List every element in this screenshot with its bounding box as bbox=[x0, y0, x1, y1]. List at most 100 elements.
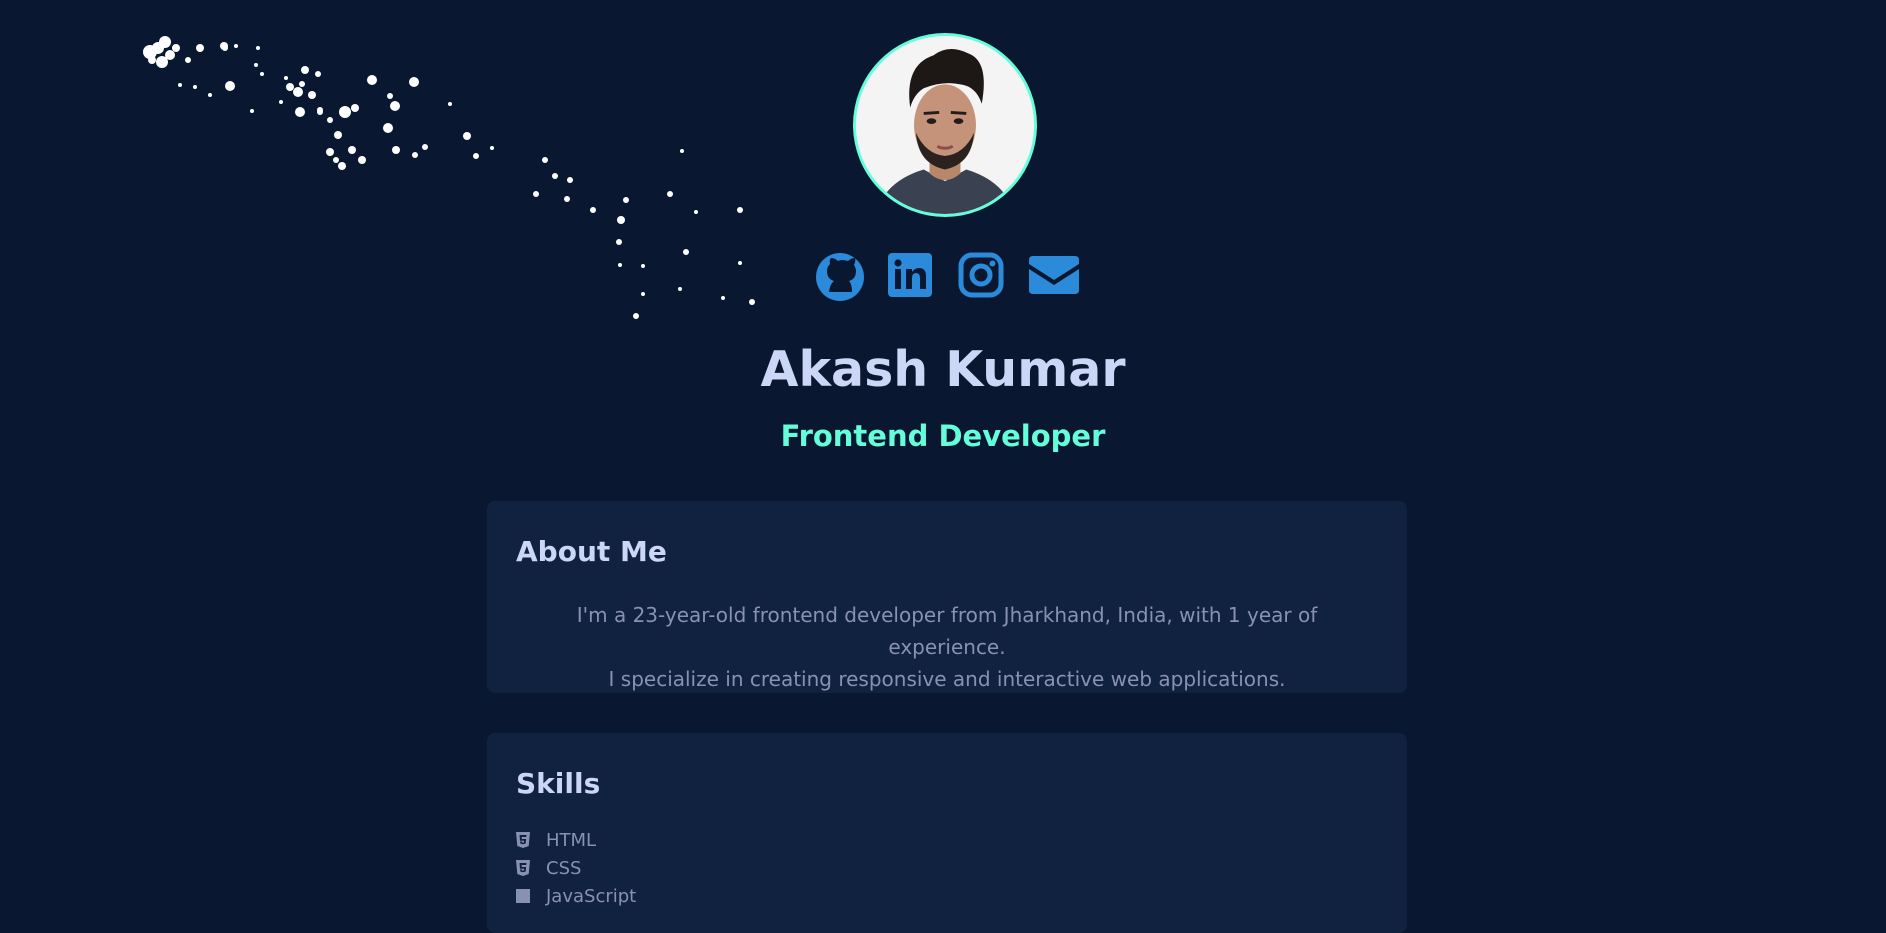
sparkle-dot bbox=[680, 149, 684, 153]
sparkle-dot bbox=[250, 109, 254, 113]
linkedin-link[interactable] bbox=[887, 252, 933, 298]
sparkle-dot bbox=[172, 44, 180, 52]
sparkle-dot bbox=[165, 50, 175, 60]
sparkle-dot bbox=[317, 107, 323, 113]
sparkle-dot bbox=[667, 191, 673, 197]
sparkle-dot bbox=[473, 153, 479, 159]
skill-item: CSS bbox=[516, 854, 636, 882]
sparkle-dot bbox=[301, 66, 309, 74]
sparkle-dot bbox=[567, 177, 573, 183]
sparkle-dot bbox=[234, 44, 238, 48]
sparkle-dot bbox=[383, 123, 393, 133]
sparkle-dot bbox=[159, 36, 171, 48]
sparkle-dot bbox=[208, 93, 212, 97]
sparkle-dot bbox=[738, 261, 742, 265]
sparkle-dot bbox=[358, 156, 366, 164]
sparkle-dot bbox=[339, 106, 351, 118]
sparkle-dot bbox=[348, 146, 356, 154]
sparkle-dot bbox=[617, 216, 625, 224]
sparkle-dot bbox=[256, 46, 260, 50]
sparkle-dot bbox=[641, 264, 645, 268]
css3-icon bbox=[516, 860, 530, 876]
skills-list: HTML CSS JavaScript bbox=[516, 826, 636, 910]
sparkle-dot bbox=[185, 57, 191, 63]
skill-label: HTML bbox=[546, 829, 597, 851]
skills-card: Skills HTML CSS JavaScript bbox=[487, 733, 1407, 933]
sparkle-dot bbox=[334, 131, 342, 139]
skill-item: JavaScript bbox=[516, 882, 636, 910]
javascript-icon bbox=[516, 889, 530, 903]
sparkle-dot bbox=[390, 101, 400, 111]
sparkle-dot bbox=[623, 197, 629, 203]
sparkle-dot bbox=[220, 42, 228, 50]
linkedin-icon bbox=[888, 253, 932, 297]
sparkle-dot bbox=[156, 56, 168, 68]
about-text: I'm a 23-year-old frontend developer fro… bbox=[516, 599, 1378, 695]
sparkle-dot bbox=[590, 207, 596, 213]
sparkle-dot bbox=[260, 72, 264, 76]
sparkle-dot bbox=[333, 157, 339, 163]
profile-avatar bbox=[853, 33, 1037, 217]
sparkle-dot bbox=[193, 85, 197, 89]
sparkle-dot bbox=[387, 93, 393, 99]
about-card: About Me I'm a 23-year-old frontend deve… bbox=[487, 501, 1407, 693]
sparkle-dot bbox=[299, 81, 305, 87]
sparkle-dot bbox=[678, 287, 682, 291]
sparkle-dot bbox=[737, 207, 743, 213]
sparkle-dot bbox=[392, 146, 400, 154]
sparkle-dot bbox=[564, 196, 570, 202]
sparkle-dot bbox=[749, 299, 755, 305]
sparkle-dot bbox=[694, 210, 698, 214]
sparkle-dot bbox=[412, 152, 418, 158]
profile-name: Akash Kumar bbox=[760, 341, 1126, 398]
html5-icon bbox=[516, 832, 530, 848]
sparkle-dot bbox=[463, 132, 471, 140]
email-link[interactable] bbox=[1027, 252, 1081, 296]
profile-photo bbox=[856, 36, 1034, 214]
sparkle-dot bbox=[409, 77, 419, 87]
sparkle-dot bbox=[196, 44, 204, 52]
skill-item: HTML bbox=[516, 826, 636, 854]
sparkle-dot bbox=[152, 42, 164, 54]
sparkle-dot bbox=[542, 157, 548, 163]
sparkle-dot bbox=[317, 109, 323, 115]
github-icon bbox=[816, 253, 864, 301]
sparkle-dot bbox=[295, 107, 305, 117]
sparkle-dot bbox=[641, 292, 645, 296]
social-links bbox=[812, 252, 1092, 312]
sparkle-dot bbox=[178, 83, 182, 87]
sparkle-dot bbox=[351, 104, 359, 112]
skills-title: Skills bbox=[516, 767, 601, 800]
sparkle-dot bbox=[721, 296, 725, 300]
instagram-icon bbox=[958, 252, 1004, 298]
sparkle-dot bbox=[683, 249, 689, 255]
sparkle-dot bbox=[286, 83, 294, 91]
sparkle-dot bbox=[448, 102, 452, 106]
skill-label: JavaScript bbox=[546, 885, 637, 907]
sparkle-dot bbox=[293, 87, 303, 97]
sparkle-dot bbox=[284, 76, 288, 80]
sparkle-dot bbox=[315, 71, 321, 77]
sparkle-dot bbox=[148, 56, 156, 64]
profile-role: Frontend Developer bbox=[780, 419, 1106, 453]
sparkle-dot bbox=[633, 313, 639, 319]
sparkle-dot bbox=[222, 45, 228, 51]
sparkle-dot bbox=[422, 144, 428, 150]
sparkle-dot bbox=[225, 81, 235, 91]
envelope-icon bbox=[1029, 256, 1079, 294]
github-link[interactable] bbox=[815, 252, 865, 302]
about-title: About Me bbox=[516, 535, 667, 568]
about-line-2: I specialize in creating responsive and … bbox=[608, 667, 1286, 691]
sparkle-dot bbox=[533, 191, 539, 197]
sparkle-dot bbox=[279, 100, 283, 104]
instagram-link[interactable] bbox=[958, 252, 1004, 298]
sparkle-dot bbox=[618, 263, 622, 267]
sparkle-dot bbox=[143, 45, 157, 59]
sparkle-dot bbox=[367, 75, 377, 85]
sparkle-dot bbox=[616, 239, 622, 245]
sparkle-dot bbox=[552, 173, 558, 179]
skill-label: CSS bbox=[546, 857, 582, 879]
cursor-sparkle-trail bbox=[143, 36, 755, 319]
sparkle-dot bbox=[327, 117, 333, 123]
sparkle-dot bbox=[338, 162, 346, 170]
